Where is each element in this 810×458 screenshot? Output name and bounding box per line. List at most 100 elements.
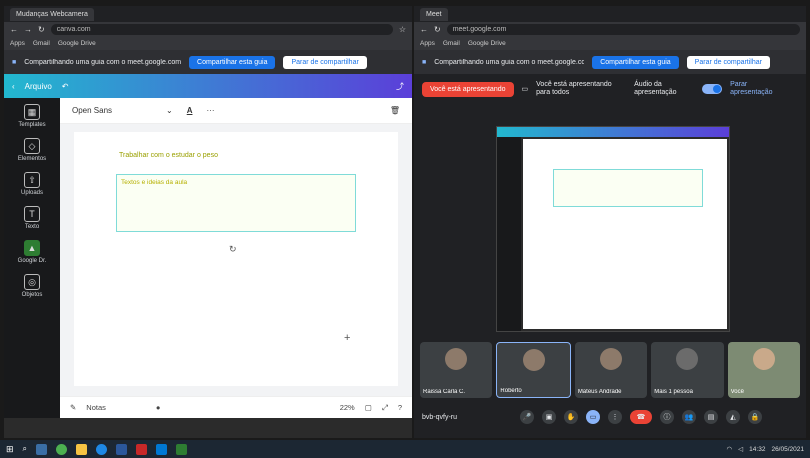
- hand-icon[interactable]: ✋: [564, 410, 578, 424]
- word-icon[interactable]: [116, 443, 128, 455]
- font-selector[interactable]: Open Sans: [72, 106, 152, 115]
- url-field-right[interactable]: meet.google.com: [446, 24, 800, 35]
- share-this-tab-button[interactable]: Compartilhar esta guia: [592, 55, 679, 69]
- clock-time[interactable]: 14:32: [749, 446, 765, 453]
- drive-icon: ▲: [24, 240, 40, 256]
- text-color-icon[interactable]: A: [187, 106, 193, 115]
- tab-bar-right: Meet: [414, 6, 806, 22]
- avatar: [676, 348, 699, 370]
- back-icon[interactable]: ←: [10, 25, 18, 34]
- forward-icon[interactable]: →: [24, 25, 32, 34]
- browser-tab[interactable]: Mudanças Webcamera: [10, 7, 94, 21]
- avatar: [522, 349, 545, 371]
- bookmark-apps[interactable]: Apps: [10, 40, 25, 47]
- share-icon-canva[interactable]: ⤴: [396, 81, 404, 92]
- tab-bar: Mudanças Webcamera: [4, 6, 412, 22]
- reload-icon[interactable]: ↻: [38, 25, 45, 34]
- app-icon[interactable]: [136, 443, 148, 455]
- system-tray: ◠ ◁ 14:32 26/05/2021: [727, 445, 805, 454]
- edge-icon[interactable]: [96, 443, 108, 455]
- star-icon[interactable]: ☆: [399, 25, 406, 34]
- explorer-icon[interactable]: [76, 443, 88, 455]
- lock-icon[interactable]: 🔒: [748, 410, 762, 424]
- meet-tab[interactable]: Meet: [420, 7, 448, 21]
- participant-tile[interactable]: Raissa Carla C.: [420, 342, 493, 398]
- chevron-down-icon[interactable]: ⌄: [166, 106, 173, 115]
- sidebar-label: Elementos: [17, 156, 47, 162]
- end-call-icon[interactable]: ☎: [630, 410, 652, 424]
- self-video-tile[interactable]: Você: [727, 342, 801, 398]
- pages-icon[interactable]: ▢: [365, 403, 372, 412]
- search-icon[interactable]: ⌕: [23, 444, 27, 454]
- app-icon[interactable]: [176, 443, 188, 455]
- help-icon[interactable]: ?: [398, 403, 402, 412]
- share-this-tab-button[interactable]: Compartilhar esta guia: [189, 55, 276, 69]
- chrome-icon[interactable]: [56, 443, 68, 455]
- address-bar-row: ← → ↻ canva.com ☆: [4, 22, 412, 37]
- participant-name: Raissa Carla C.: [423, 389, 466, 395]
- design-page[interactable]: Trabalhar com o estudar o peso Textos e …: [74, 132, 398, 386]
- presentation-preview: [496, 126, 730, 332]
- sidebar-item-uploads[interactable]: ⇧ Uploads: [21, 172, 43, 196]
- undo-icon[interactable]: ↶: [62, 82, 69, 91]
- url-field[interactable]: canva.com: [50, 24, 393, 35]
- text-box-content: Textos e ideias da aula: [121, 179, 188, 186]
- stop-presenting-button[interactable]: Parar apresentação: [730, 81, 780, 96]
- app-icon[interactable]: [156, 443, 168, 455]
- chat-icon[interactable]: ▤: [704, 410, 718, 424]
- people-icon[interactable]: 👥: [682, 410, 696, 424]
- taskview-icon[interactable]: [36, 443, 48, 455]
- bookmark-drive[interactable]: Google Drive: [58, 40, 96, 47]
- canva-bottom-bar: ✎ Notas ● 22% ▢ ⤢ ?: [60, 396, 412, 418]
- clock-date[interactable]: 26/05/2021: [771, 446, 804, 453]
- sidebar-label: Uploads: [20, 190, 43, 196]
- audio-label: Áudio da apresentação: [634, 81, 677, 96]
- stop-sharing-button[interactable]: Parar de compartilhar: [283, 55, 367, 69]
- bookmarks-bar-right: Apps Gmail Google Drive: [414, 37, 806, 50]
- audio-toggle[interactable]: [702, 84, 723, 94]
- home-icon[interactable]: ‹: [12, 82, 15, 91]
- notes-icon[interactable]: ✎: [70, 403, 76, 412]
- zoom-level[interactable]: 22%: [340, 403, 355, 412]
- activities-icon[interactable]: ◭: [726, 410, 740, 424]
- sidebar-item-templates[interactable]: ▦ Templates: [18, 104, 46, 128]
- text-icon: T: [24, 206, 40, 222]
- sidebar-item-objects[interactable]: ◎ Objetos: [22, 274, 42, 298]
- page-heading[interactable]: Trabalhar com o estudar o peso: [119, 152, 218, 159]
- bookmark-gmail[interactable]: Gmail: [443, 40, 460, 47]
- volume-icon[interactable]: ◁: [738, 445, 743, 453]
- participant-tile[interactable]: Mateus Andrade: [574, 342, 648, 398]
- trash-icon[interactable]: 🗑: [390, 106, 400, 115]
- url-text: canva.com: [56, 26, 91, 33]
- wifi-icon[interactable]: ◠: [727, 445, 733, 453]
- canva-editor: Open Sans ⌄ A ··· 🗑 Trabalhar com o estu…: [60, 98, 412, 418]
- sidebar-label: Templates: [18, 122, 46, 128]
- more-options-icon[interactable]: ⋮: [608, 410, 622, 424]
- share-message: Compartilhando uma guia com o meet.googl…: [434, 58, 585, 66]
- info-icon[interactable]: ⓘ: [660, 410, 674, 424]
- fullscreen-icon[interactable]: ⤢: [382, 403, 388, 413]
- camera-icon[interactable]: ▣: [542, 410, 556, 424]
- tab-title: Meet: [426, 10, 442, 18]
- sidebar-label: Texto: [24, 224, 40, 230]
- text-box[interactable]: Textos e ideias da aula: [116, 174, 356, 232]
- more-icon[interactable]: ···: [206, 106, 214, 115]
- present-icon[interactable]: ▭: [586, 410, 600, 424]
- sidebar-item-drive[interactable]: ▲ Google Dr.: [18, 240, 46, 264]
- bookmark-apps[interactable]: Apps: [420, 40, 435, 47]
- sidebar-item-text[interactable]: T Texto: [24, 206, 40, 230]
- reload-icon[interactable]: ↻: [434, 25, 441, 34]
- mic-icon[interactable]: 🎤: [520, 410, 534, 424]
- add-page-icon[interactable]: +: [344, 332, 350, 344]
- start-icon[interactable]: ⊞: [6, 444, 14, 455]
- file-menu[interactable]: Arquivo: [25, 82, 52, 91]
- bookmark-gmail[interactable]: Gmail: [33, 40, 50, 47]
- back-icon[interactable]: ←: [420, 25, 428, 34]
- participant-tile[interactable]: Roberto: [496, 342, 571, 398]
- sidebar-item-elements[interactable]: ◇ Elementos: [18, 138, 46, 162]
- stop-sharing-button[interactable]: Parar de compartilhar: [686, 55, 770, 69]
- participant-tile[interactable]: Mais 1 pessoa: [651, 342, 724, 398]
- presenting-button[interactable]: Você está apresentando: [422, 81, 514, 97]
- notes-button[interactable]: Notas: [86, 403, 106, 412]
- bookmark-drive[interactable]: Google Drive: [468, 40, 506, 47]
